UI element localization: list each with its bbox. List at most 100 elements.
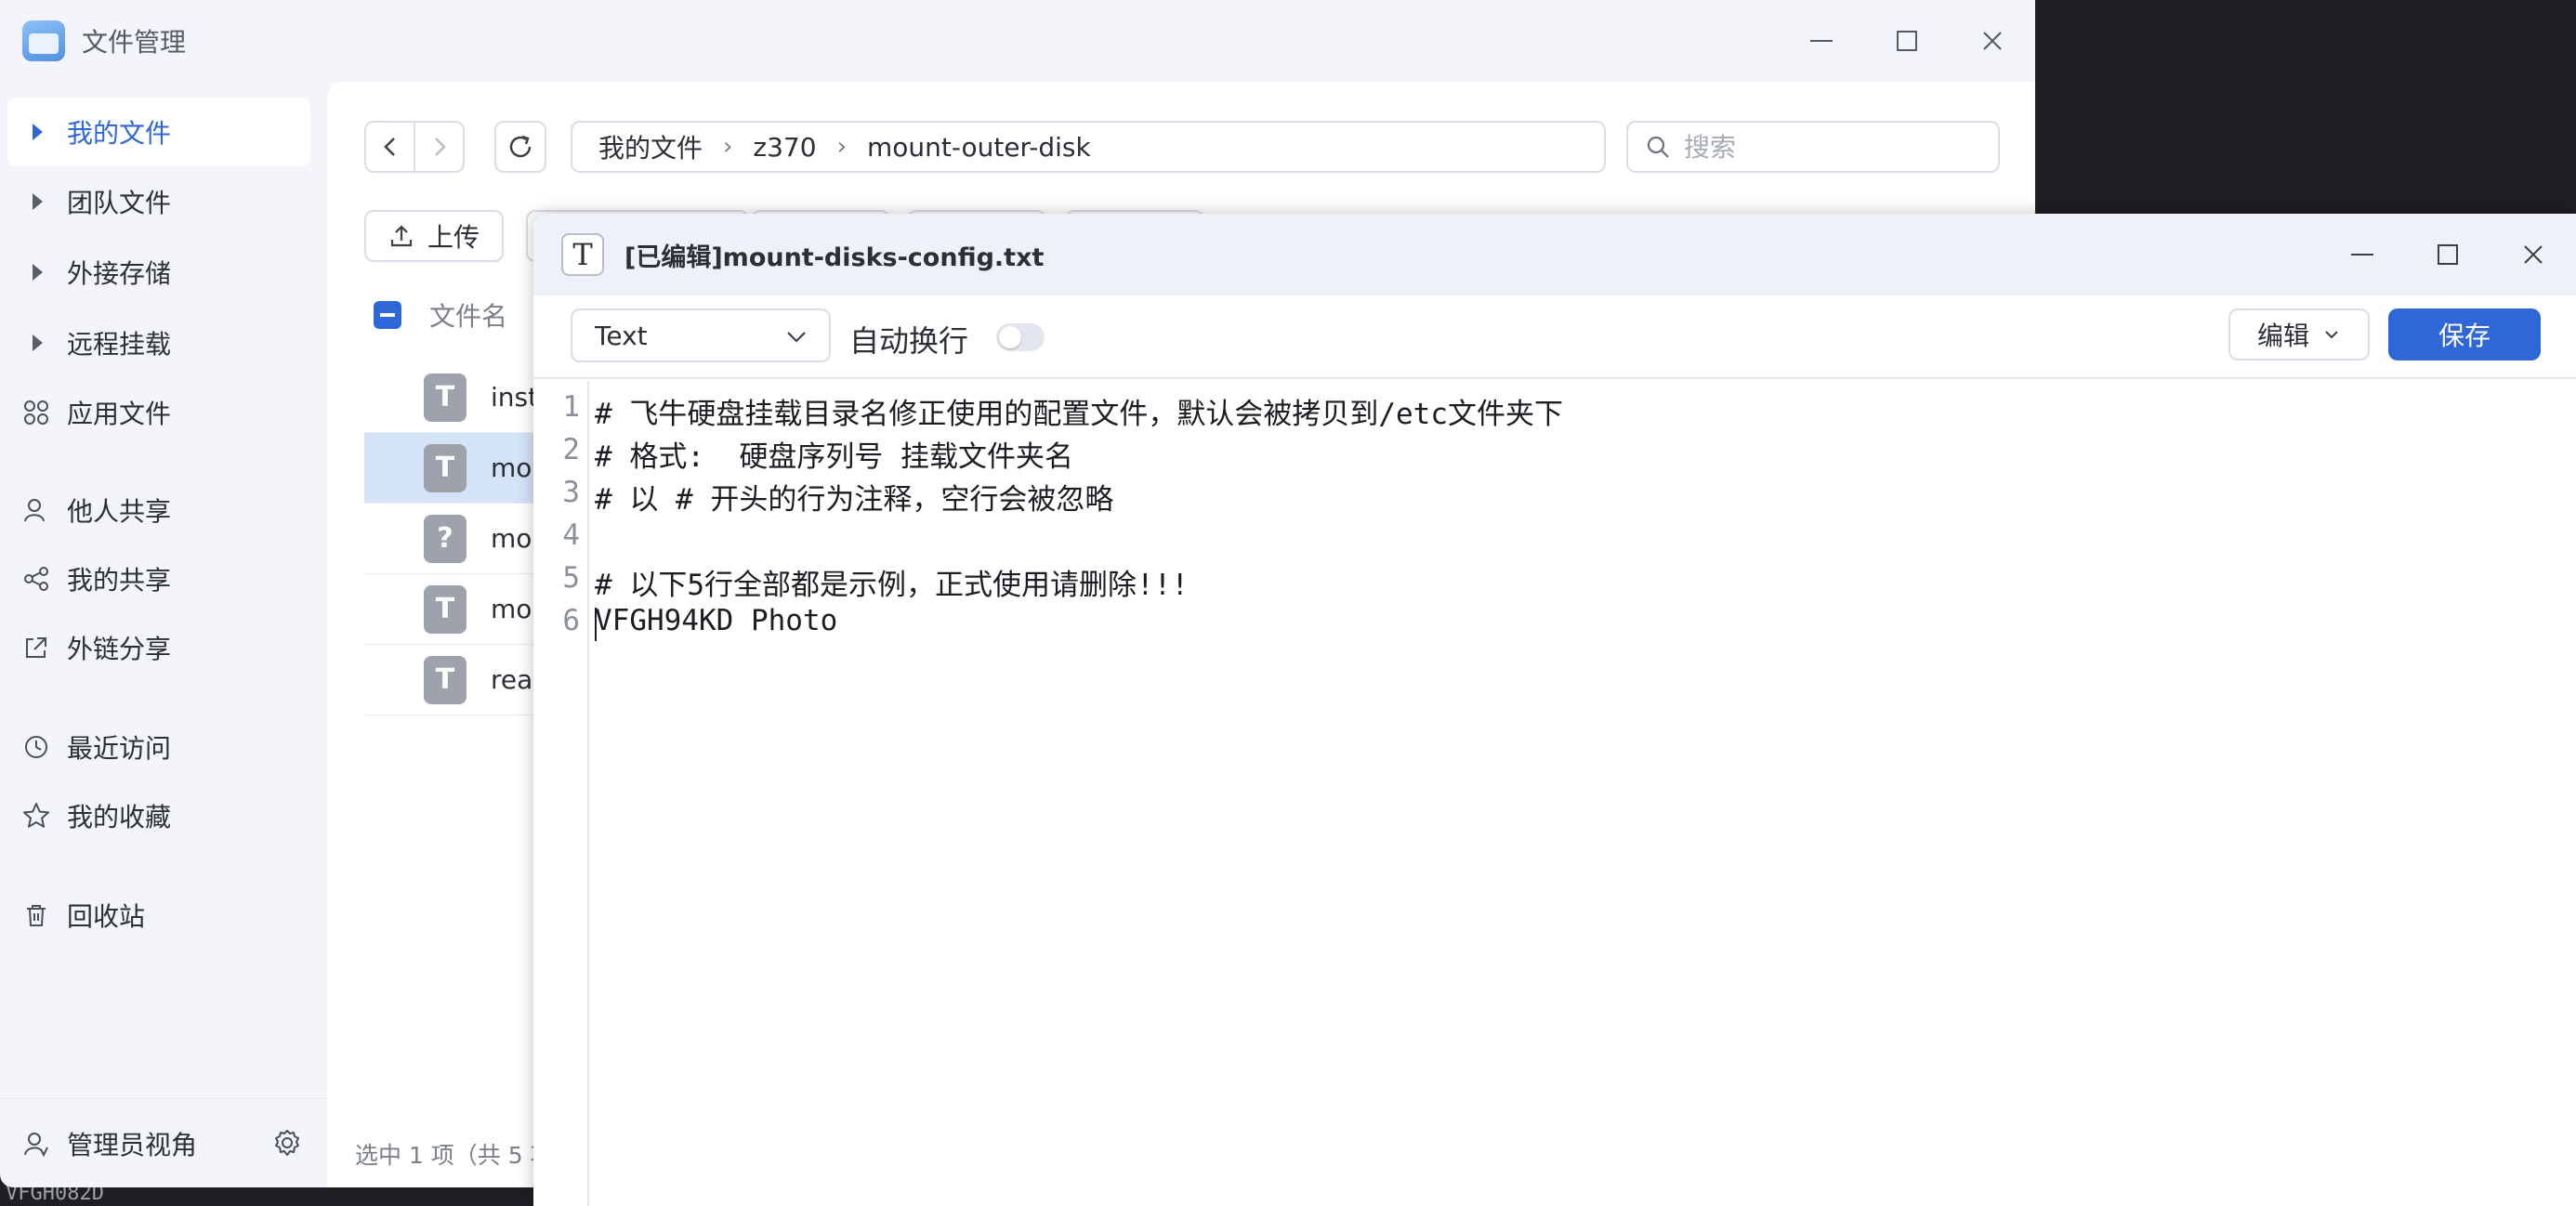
sidebar-item-label: 我的共享 — [67, 565, 172, 596]
maximize-button[interactable] — [2405, 227, 2491, 282]
back-button[interactable] — [366, 123, 414, 171]
editor-toolbar: Text 自动换行 编辑 保存 — [533, 295, 2576, 379]
save-button[interactable]: 保存 — [2388, 308, 2541, 360]
sidebar-item-label: 应用文件 — [67, 399, 172, 429]
file-manager-titlebar: 文件管理 — [0, 0, 2035, 82]
breadcrumb-item[interactable]: 我的文件 — [598, 128, 703, 165]
breadcrumb[interactable]: 我的文件 › z370 › mount-outer-disk — [571, 121, 1606, 173]
language-value: Text — [595, 320, 648, 351]
line-number-gutter: 1 2 3 4 5 6 — [533, 381, 589, 1206]
edit-menu-button[interactable]: 编辑 — [2228, 308, 2370, 360]
minimize-button[interactable] — [2320, 227, 2405, 282]
code-line[interactable]: # 以下5行全部都是示例，正式使用请删除!!! — [595, 561, 1189, 603]
sidebar-item-external-storage[interactable]: 外接存储 — [7, 238, 310, 307]
sidebar-item-team-files[interactable]: 团队文件 — [7, 167, 310, 236]
chevron-left-icon — [383, 138, 395, 156]
refresh-icon — [509, 135, 532, 158]
edit-label: 编辑 — [2256, 321, 2309, 351]
sidebar-item-label: 远程挂载 — [67, 329, 172, 360]
text-cursor — [595, 608, 597, 641]
sidebar-item-my-shares[interactable]: 我的共享 — [7, 544, 310, 613]
refresh-button[interactable] — [494, 121, 546, 173]
sidebar-item-label: 最近访问 — [67, 733, 172, 764]
close-icon — [2524, 245, 2543, 264]
minimize-icon — [2351, 254, 2373, 256]
text-file-icon: T — [424, 443, 467, 492]
breadcrumb-separator: › — [723, 133, 733, 161]
editor-titlebar: T [已编辑]mount-disks-config.txt — [533, 214, 2576, 295]
close-icon — [1983, 32, 2002, 50]
line-number: 6 — [562, 604, 580, 637]
window-title: 文件管理 — [82, 27, 187, 58]
maximize-icon — [1897, 31, 1917, 51]
admin-user-icon — [22, 1130, 50, 1158]
forward-button[interactable] — [414, 123, 463, 171]
code-line[interactable]: VFGH94KD Photo — [595, 604, 837, 637]
text-file-type-icon: T — [561, 233, 604, 276]
user-share-icon — [22, 496, 50, 524]
admin-view-label[interactable]: 管理员视角 — [67, 1125, 197, 1162]
search-box — [1626, 121, 2000, 173]
text-editor-window: T [已编辑]mount-disks-config.txt Text 自动换行 … — [533, 214, 2576, 1206]
close-button[interactable] — [2491, 227, 2576, 282]
caret-right-icon — [33, 264, 43, 281]
chevron-down-icon — [787, 332, 806, 343]
maximize-button[interactable] — [1864, 13, 1950, 69]
editor-title: [已编辑]mount-disks-config.txt — [624, 243, 1045, 272]
share-icon — [22, 565, 50, 593]
sidebar-item-recent[interactable]: 最近访问 — [7, 713, 310, 781]
caret-right-icon — [33, 334, 43, 351]
sidebar-item-favorites[interactable]: 我的收藏 — [7, 781, 310, 850]
breadcrumb-item[interactable]: z370 — [753, 132, 816, 163]
sidebar: 我的文件 团队文件 外接存储 远程挂载 应用文件 他人共享 我的共享 外链分享 … — [0, 82, 325, 1187]
word-wrap-label: 自动换行 — [849, 323, 969, 359]
window-controls — [1779, 13, 2035, 69]
code-line[interactable]: # 以 # 开头的行为注释，空行会被忽略 — [595, 476, 1113, 518]
search-icon — [1647, 136, 1669, 158]
sidebar-item-label: 我的文件 — [67, 118, 172, 149]
caret-right-icon — [33, 193, 43, 210]
text-file-icon: T — [424, 373, 467, 422]
status-text: 选中 1 项（共 5 项 — [355, 1142, 554, 1169]
folder-app-icon — [22, 20, 65, 61]
line-number: 3 — [562, 476, 580, 509]
breadcrumb-item-current[interactable]: mount-outer-disk — [867, 132, 1091, 163]
file-name: inst — [491, 382, 539, 413]
column-header-filename[interactable]: 文件名 — [429, 296, 507, 334]
editor-window-controls — [2320, 227, 2576, 282]
sidebar-item-label: 回收站 — [67, 901, 146, 932]
sidebar-item-recycle-bin[interactable]: 回收站 — [7, 881, 310, 950]
line-number: 1 — [562, 390, 580, 424]
select-all-checkbox[interactable] — [374, 301, 401, 329]
sidebar-item-external-link-share[interactable]: 外链分享 — [7, 613, 310, 682]
upload-button[interactable]: 上传 — [364, 210, 504, 262]
trash-icon — [22, 901, 50, 929]
sidebar-item-my-files[interactable]: 我的文件 — [7, 98, 310, 166]
line-number: 4 — [562, 518, 580, 552]
sidebar-footer: 管理员视角 — [0, 1098, 325, 1187]
gear-icon[interactable] — [273, 1129, 301, 1160]
language-select[interactable]: Text — [571, 308, 831, 362]
word-wrap-toggle[interactable] — [996, 323, 1045, 351]
sidebar-item-label: 外链分享 — [67, 634, 172, 664]
code-line[interactable]: # 格式: 硬盘序列号 挂载文件夹名 — [595, 433, 1073, 475]
close-button[interactable] — [1950, 13, 2035, 69]
minimize-icon — [1810, 40, 1833, 42]
apps-grid-icon — [22, 399, 50, 426]
sidebar-item-app-files[interactable]: 应用文件 — [7, 378, 310, 447]
sidebar-item-remote-mount[interactable]: 远程挂载 — [7, 308, 310, 377]
upload-icon — [390, 225, 413, 247]
search-input[interactable] — [1684, 131, 1981, 163]
history-nav — [364, 121, 465, 173]
unknown-file-icon: ? — [424, 514, 467, 563]
line-number: 2 — [562, 433, 580, 466]
minimize-button[interactable] — [1779, 13, 1864, 69]
sidebar-item-label: 我的收藏 — [67, 802, 172, 832]
code-line[interactable]: # 飞牛硬盘挂载目录名修正使用的配置文件，默认会被拷贝到/etc文件夹下 — [595, 390, 1563, 432]
sidebar-item-label: 他人共享 — [67, 496, 172, 527]
caret-right-icon — [33, 124, 43, 140]
chevron-down-icon — [2325, 331, 2338, 339]
sidebar-item-shared-with-me[interactable]: 他人共享 — [7, 476, 310, 544]
star-icon — [22, 802, 50, 830]
line-number: 5 — [562, 561, 580, 595]
